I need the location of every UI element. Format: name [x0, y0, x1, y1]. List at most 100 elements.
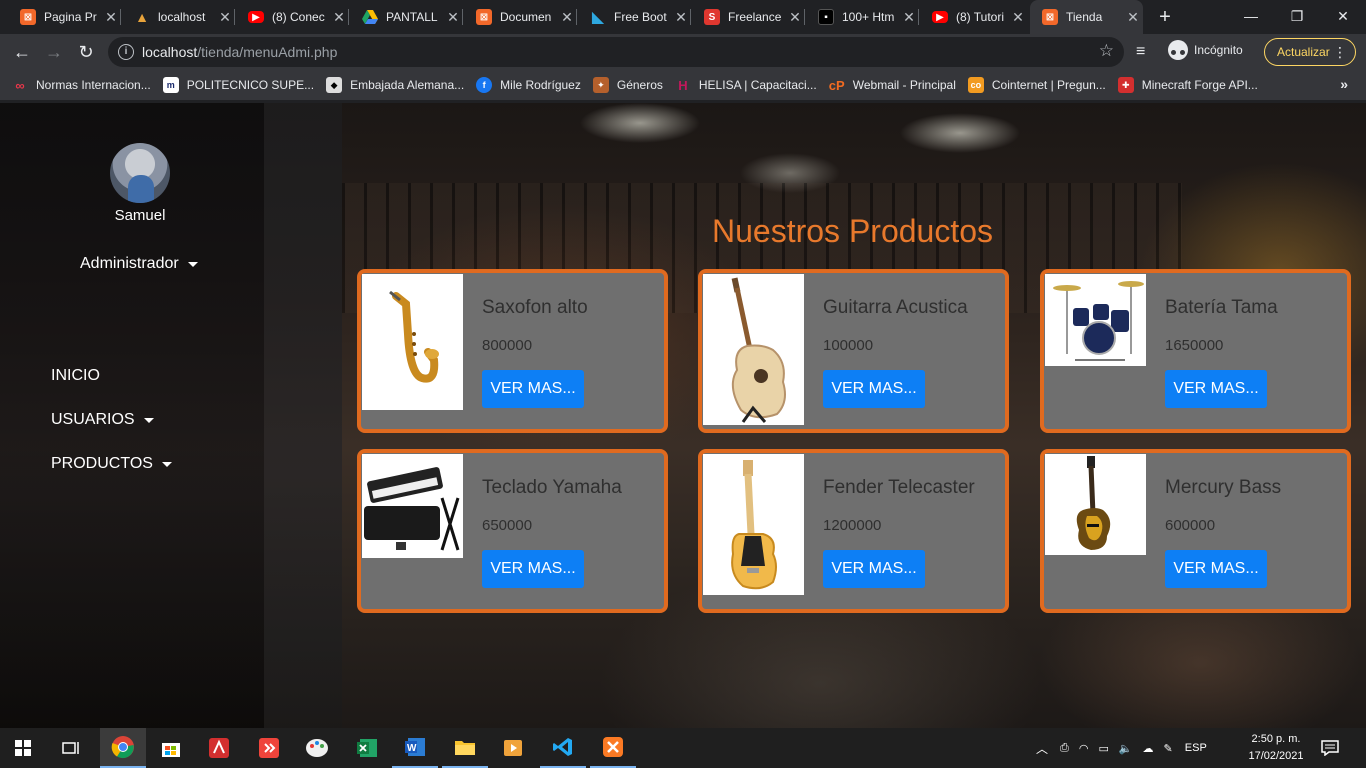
tab-pagina-principal[interactable]: ⊠ Pagina Pr ✕ [8, 0, 121, 34]
pen-icon[interactable]: ✎ [1164, 742, 1173, 755]
tab-drive-pantalla[interactable]: PANTALL ✕ [350, 0, 463, 34]
minimize-button[interactable]: — [1228, 0, 1274, 32]
tab-100-html[interactable]: ▪ 100+ Htm ✕ [806, 0, 919, 34]
nav-inicio[interactable]: INICIO [51, 367, 100, 385]
chevron-up-icon[interactable]: ︿ [1036, 740, 1048, 757]
product-price: 650000 [482, 517, 533, 534]
tab-localhost[interactable]: ▲ localhost ✕ [122, 0, 235, 34]
chrome-icon[interactable] [100, 728, 146, 768]
folder-icon: ▲ [135, 9, 149, 25]
new-tab-button[interactable]: + [1152, 4, 1178, 30]
more-bookmarks-icon[interactable]: » [1340, 76, 1348, 92]
bookmark-politecnico[interactable]: m POLITECNICO SUPE... [162, 77, 314, 93]
bookmark-normas[interactable]: ∞ Normas Internacion... [12, 77, 150, 93]
close-icon[interactable]: ✕ [557, 9, 577, 26]
anydesk-icon[interactable] [246, 728, 292, 768]
ver-mas-button[interactable]: VER MAS... [1165, 550, 1267, 588]
network-icon[interactable]: ▭ [1098, 742, 1108, 755]
close-icon[interactable]: ✕ [899, 9, 919, 26]
product-card: Saxofon alto 800000 VER MAS... [357, 269, 668, 433]
close-icon[interactable]: ✕ [101, 9, 121, 26]
notifications-icon[interactable] [1310, 728, 1350, 768]
task-view-icon[interactable] [48, 728, 94, 768]
ver-mas-button[interactable]: VER MAS... [482, 550, 584, 588]
nav-productos[interactable]: PRODUCTOS [51, 455, 172, 473]
drum-kit-image[interactable] [1045, 274, 1146, 366]
vscode-icon[interactable] [540, 728, 586, 768]
close-icon[interactable]: ✕ [1008, 9, 1028, 26]
electric-guitar-image[interactable] [703, 454, 804, 595]
bookmark-webmail[interactable]: cP Webmail - Principal [829, 77, 956, 93]
role-dropdown[interactable]: Administrador [80, 255, 198, 273]
windows-taskbar: W ︿ ⎙ ◠ ▭ 🔈 ☁ ✎ ESP 2:50 p. m. 17/02/202… [0, 728, 1366, 768]
tab-youtube-tutorial[interactable]: ▶ (8) Tutori ✕ [920, 0, 1028, 34]
file-explorer-icon[interactable] [442, 728, 488, 768]
sidebar-divider [264, 103, 342, 728]
restore-button[interactable]: ❐ [1274, 0, 1320, 32]
html-icon: ▪ [818, 9, 834, 25]
bookmark-helisa[interactable]: H HELISA | Capacitaci... [675, 77, 817, 93]
tab-tienda[interactable]: ⊠ Tienda ✕ [1030, 0, 1143, 34]
bookmark-embajada[interactable]: ◆ Embajada Alemana... [326, 77, 464, 93]
user-avatar[interactable] [110, 143, 170, 203]
xampp-icon: ⊠ [476, 9, 492, 25]
clock[interactable]: 2:50 p. m. 17/02/2021 [1246, 731, 1306, 765]
s-icon: S [704, 9, 720, 25]
paint-icon[interactable] [294, 728, 340, 768]
bookmark-star-icon[interactable]: ☆ [1099, 41, 1114, 61]
saxophone-image[interactable] [362, 274, 463, 410]
acoustic-guitar-image[interactable] [703, 274, 804, 425]
bookmark-generos[interactable]: ✦ Géneros [592, 77, 663, 93]
store-icon[interactable] [148, 728, 194, 768]
keyboard-image[interactable] [362, 454, 463, 558]
word-icon[interactable]: W [392, 728, 438, 768]
ver-mas-button[interactable]: VER MAS... [1165, 370, 1267, 408]
meet-now-icon[interactable]: ⎙ [1060, 742, 1069, 755]
close-icon[interactable]: ✕ [671, 9, 691, 26]
reading-list-icon[interactable]: ≡ [1136, 38, 1145, 66]
ver-mas-button[interactable]: VER MAS... [823, 370, 925, 408]
language-indicator[interactable]: ESP [1185, 742, 1207, 754]
product-card: Fender Telecaster 1200000 VER MAS... [698, 449, 1009, 613]
excel-icon[interactable] [344, 728, 390, 768]
tab-freelance[interactable]: S Freelance ✕ [692, 0, 805, 34]
product-name: Guitarra Acustica [823, 297, 968, 318]
info-icon[interactable]: i [118, 44, 134, 60]
tab-free-bootstrap[interactable]: ◣ Free Boot ✕ [578, 0, 691, 34]
close-icon[interactable]: ✕ [785, 9, 805, 26]
incognito-indicator[interactable]: Incógnito [1168, 40, 1243, 60]
ver-mas-button[interactable]: VER MAS... [823, 550, 925, 588]
bookmark-minecraft[interactable]: ✚ Minecraft Forge API... [1117, 77, 1258, 93]
reload-button[interactable]: ↻ [72, 38, 100, 66]
update-button[interactable]: Actualizar ⋮ [1264, 38, 1356, 66]
bookmark-icon: ∞ [15, 77, 25, 93]
wifi-icon[interactable]: ◠ [1079, 742, 1089, 755]
page-content: Samuel Administrador INICIO USUARIOS PRO… [0, 103, 1366, 728]
menu-dots-icon[interactable]: ⋮ [1333, 39, 1347, 65]
close-icon[interactable]: ✕ [215, 9, 235, 26]
bass-guitar-image[interactable] [1045, 454, 1146, 555]
ver-mas-button[interactable]: VER MAS... [482, 370, 584, 408]
address-bar[interactable]: i localhost/tienda/menuAdmi.php ☆ [108, 37, 1124, 67]
incognito-icon [1168, 40, 1188, 60]
close-window-button[interactable]: ✕ [1320, 0, 1366, 32]
close-icon[interactable]: ✕ [443, 9, 463, 26]
acrobat-icon[interactable] [196, 728, 242, 768]
product-name: Fender Telecaster [823, 477, 975, 498]
media-player-icon[interactable] [490, 728, 536, 768]
nav-usuarios[interactable]: USUARIOS [51, 411, 154, 429]
tab-documentacion[interactable]: ⊠ Documen ✕ [464, 0, 577, 34]
xampp-icon: ⊠ [20, 9, 36, 25]
bookmark-mile[interactable]: f Mile Rodríguez [476, 77, 581, 93]
tab-youtube-conec[interactable]: ▶ (8) Conec ✕ [236, 0, 349, 34]
volume-icon[interactable]: 🔈 [1119, 742, 1133, 755]
xampp-icon[interactable] [590, 728, 636, 768]
close-icon[interactable]: ✕ [1123, 9, 1143, 26]
user-name: Samuel [114, 207, 166, 224]
onedrive-icon[interactable]: ☁ [1143, 742, 1154, 755]
close-icon[interactable]: ✕ [329, 9, 349, 26]
windows-start-icon[interactable] [0, 728, 46, 768]
bookmark-cointernet[interactable]: co Cointernet | Pregun... [967, 77, 1106, 93]
back-button[interactable]: ← [8, 38, 36, 66]
forward-button[interactable]: → [40, 38, 68, 66]
